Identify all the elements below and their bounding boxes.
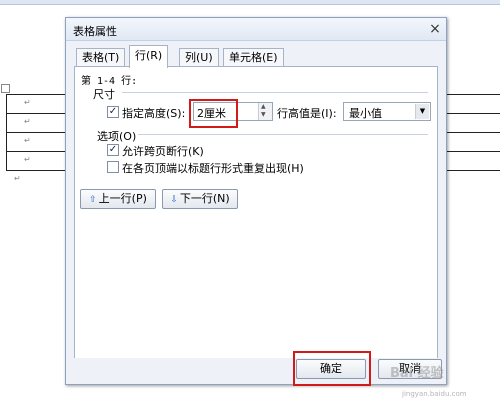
paragraph-mark: ↵	[24, 155, 31, 164]
tab-row[interactable]: 行(R)	[129, 45, 169, 68]
chevron-down-icon[interactable]: ▼	[415, 104, 429, 119]
dialog-titlebar[interactable]: 表格属性 ×	[66, 18, 446, 41]
previous-row-button[interactable]: ⇧ 上一行(P)	[80, 189, 156, 209]
watermark-logo: Bai 经验	[390, 366, 444, 381]
tab-column[interactable]: 列(U)	[179, 48, 219, 67]
table-properties-dialog: 表格属性 × 表格(T) 行(R) 列(U) 单元格(E) 第 1-4 行: 尺…	[65, 17, 447, 386]
table-move-handle[interactable]	[1, 84, 10, 93]
close-icon[interactable]: ×	[429, 22, 441, 36]
table-border	[6, 132, 66, 133]
table-border	[6, 151, 66, 152]
row-height-mode-value: 最小值	[349, 107, 382, 120]
spin-up-icon[interactable]: ▲	[261, 104, 266, 110]
allow-break-label: 允许跨页断行(K)	[122, 145, 204, 158]
arrow-down-icon: ⇩	[170, 195, 178, 205]
specify-height-label: 指定高度(S):	[122, 107, 186, 120]
highlight-box-height	[189, 99, 238, 128]
size-section-label: 尺寸	[93, 88, 115, 101]
ribbon-edge	[0, 0, 500, 5]
watermark-url: jingyan.baidu.com	[402, 390, 467, 398]
allow-break-checkbox[interactable]: ✓	[107, 144, 119, 156]
section-divider	[138, 134, 428, 135]
paragraph-mark: ↵	[24, 98, 31, 107]
spin-down-icon[interactable]: ▼	[261, 112, 266, 118]
table-border	[446, 170, 500, 171]
specify-height-checkbox[interactable]: ✓	[107, 106, 119, 118]
tab-table[interactable]: 表格(T)	[76, 48, 126, 67]
repeat-header-checkbox[interactable]	[107, 161, 119, 173]
paragraph-mark: ↵	[24, 117, 31, 126]
table-border	[446, 151, 500, 152]
table-border	[446, 94, 500, 95]
table-border	[6, 170, 66, 171]
row-height-is-label: 行高值是(I):	[277, 107, 337, 120]
section-divider	[122, 92, 428, 93]
options-section-label: 选项(O)	[97, 130, 137, 143]
row-range-label: 第 1-4 行:	[81, 76, 138, 87]
tab-cell[interactable]: 单元格(E)	[223, 48, 284, 67]
previous-row-label: 上一行(P)	[98, 192, 147, 205]
next-row-label: 下一行(N)	[179, 192, 230, 205]
spin-buttons[interactable]: ▲ ▼	[258, 103, 272, 120]
next-row-button[interactable]: ⇩ 下一行(N)	[162, 189, 238, 209]
table-border	[6, 113, 66, 114]
paragraph-mark: ↵	[24, 136, 31, 145]
table-border	[446, 132, 500, 133]
highlight-box-ok	[293, 351, 371, 386]
table-border	[446, 113, 500, 114]
table-border	[6, 94, 7, 171]
repeat-header-label: 在各页顶端以标题行形式重复出现(H)	[122, 162, 304, 175]
arrow-up-icon: ⇧	[89, 195, 97, 205]
paragraph-mark: ↵	[14, 174, 21, 183]
table-border	[6, 94, 66, 95]
row-height-mode-select[interactable]: 最小值 ▼	[343, 102, 431, 121]
dialog-title: 表格属性	[73, 25, 117, 38]
